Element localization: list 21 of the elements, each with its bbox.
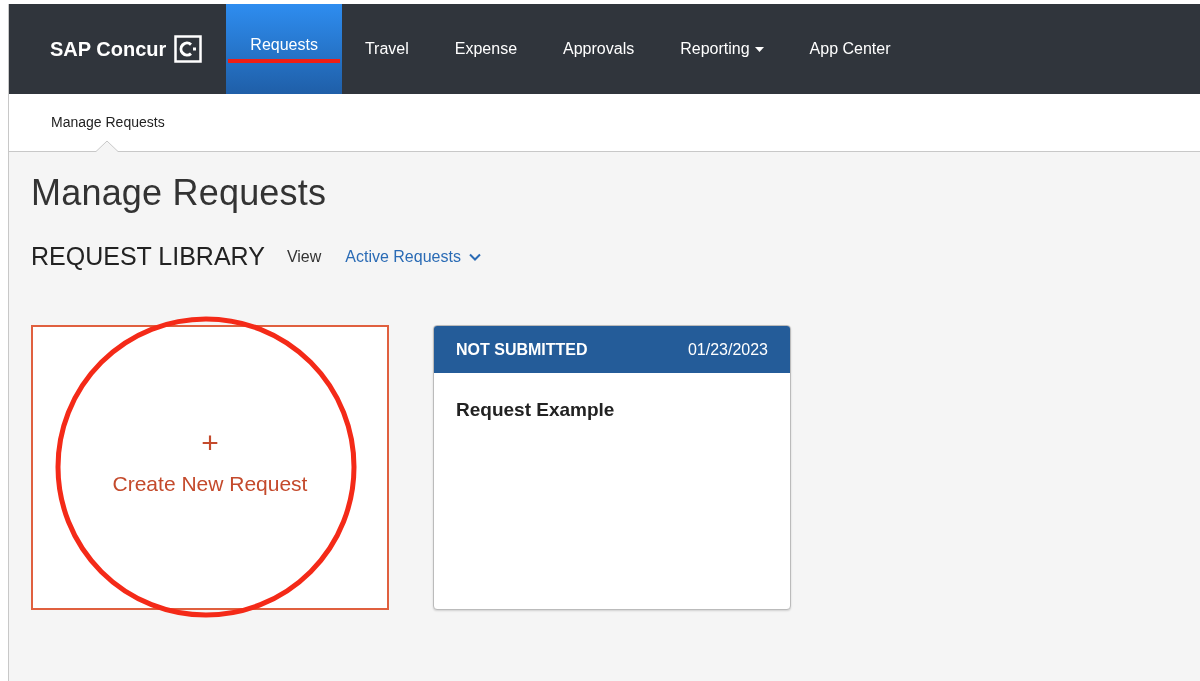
request-date: 01/23/2023 bbox=[687, 340, 768, 359]
nav-tab[interactable]: Reporting bbox=[657, 4, 787, 94]
nav-tab[interactable]: Expense bbox=[431, 4, 541, 94]
nav-tab[interactable]: Approvals bbox=[540, 4, 658, 94]
request-card[interactable]: NOT SUBMITTED 01/23/2023 Request Example bbox=[433, 325, 791, 610]
status-label: NOT SUBMITTED bbox=[456, 340, 588, 359]
plus-icon: + bbox=[201, 427, 219, 458]
create-request-button[interactable]: + Create New Request bbox=[31, 325, 389, 610]
page-title: Manage Requests bbox=[31, 172, 328, 214]
create-request-label: Create New Request bbox=[112, 471, 308, 496]
view-dropdown[interactable]: Active Requests bbox=[345, 247, 481, 266]
view-label: View bbox=[286, 247, 322, 266]
chevron-down-icon bbox=[468, 252, 481, 261]
subnav-tab[interactable]: Manage Requests bbox=[51, 94, 165, 151]
nav-tab[interactable]: Travel bbox=[341, 4, 432, 94]
logo-icon bbox=[174, 35, 203, 63]
brand-name: SAP Concur bbox=[50, 37, 167, 61]
request-name: Request Example bbox=[456, 399, 616, 421]
nav-tab[interactable]: App Center bbox=[786, 4, 914, 94]
nav-tab[interactable]: Requests bbox=[226, 4, 342, 94]
section-heading: REQUEST LIBRARY bbox=[31, 242, 265, 271]
